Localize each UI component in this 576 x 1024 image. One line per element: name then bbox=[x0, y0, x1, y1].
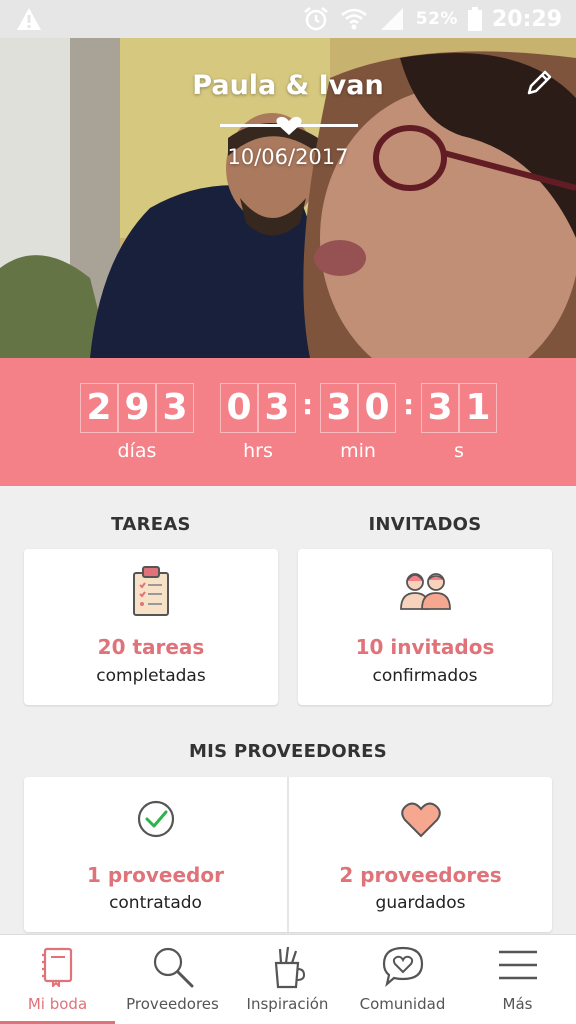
countdown-digit: 0 bbox=[220, 383, 258, 433]
guests-count: 10 invitados bbox=[355, 635, 495, 659]
couple-names: Paula & Ivan bbox=[192, 70, 384, 101]
menu-icon bbox=[498, 950, 537, 980]
countdown-minutes-label: min bbox=[340, 440, 376, 462]
nav-mi-boda-label: Mi boda bbox=[27, 995, 88, 1013]
tasks-count: 20 tareas bbox=[97, 635, 205, 659]
nav-mas[interactable]: Más bbox=[460, 935, 575, 1024]
bottom-navigation: Mi boda Proveedores Inspiración Comunida… bbox=[0, 934, 576, 1024]
guests-card[interactable]: 10 invitados confirmados bbox=[298, 549, 552, 705]
wifi-icon bbox=[340, 8, 367, 30]
battery-icon bbox=[467, 7, 482, 31]
saved-vendors[interactable]: 2 proveedores guardados bbox=[289, 777, 552, 932]
heart-divider-icon bbox=[220, 116, 358, 135]
tasks-card[interactable]: 20 tareas completadas bbox=[24, 549, 278, 705]
wedding-date: 10/06/2017 bbox=[227, 145, 349, 169]
countdown-digit: 0 bbox=[358, 383, 396, 433]
saved-vendors-subtitle: guardados bbox=[375, 893, 466, 913]
pencil-icon[interactable] bbox=[524, 68, 554, 98]
warning-icon bbox=[17, 8, 41, 30]
heart-icon bbox=[400, 802, 441, 838]
countdown-days-label: días bbox=[117, 440, 157, 462]
search-icon bbox=[153, 947, 193, 988]
nav-mi-boda[interactable]: Mi boda bbox=[0, 935, 115, 1024]
status-bar: 52% 20:29 bbox=[0, 0, 576, 38]
hired-vendors-subtitle: contratado bbox=[109, 893, 202, 913]
countdown-colon: : bbox=[403, 388, 415, 421]
nav-inspiracion[interactable]: Inspiración bbox=[230, 935, 345, 1024]
nav-comunidad-label: Comunidad bbox=[359, 995, 446, 1013]
nav-inspiracion-label: Inspiración bbox=[246, 995, 329, 1013]
pen-cup-icon bbox=[274, 946, 305, 989]
countdown-hours-label: hrs bbox=[243, 440, 273, 462]
cover-photo[interactable]: Paula & Ivan 10/06/2017 bbox=[0, 38, 576, 358]
countdown-digit: 9 bbox=[118, 383, 156, 433]
chat-heart-icon bbox=[382, 946, 423, 987]
nav-proveedores-label: Proveedores bbox=[126, 995, 219, 1013]
vendors-title: MIS PROVEEDORES bbox=[188, 741, 388, 762]
notebook-icon bbox=[41, 947, 72, 987]
countdown-seconds-label: s bbox=[454, 440, 464, 462]
tasks-subtitle: completadas bbox=[96, 666, 206, 686]
battery-percent: 52% bbox=[415, 9, 458, 29]
nav-comunidad[interactable]: Comunidad bbox=[345, 935, 460, 1024]
signal-icon bbox=[380, 8, 403, 30]
clipboard-checklist-icon bbox=[133, 566, 169, 616]
saved-vendors-count: 2 proveedores bbox=[339, 863, 502, 887]
check-circle-icon bbox=[137, 800, 174, 838]
clock: 20:29 bbox=[491, 6, 562, 32]
nav-proveedores[interactable]: Proveedores bbox=[115, 935, 230, 1024]
countdown-digit: 1 bbox=[459, 383, 497, 433]
hired-vendors-count: 1 proveedor bbox=[87, 863, 224, 887]
guests-subtitle: confirmados bbox=[372, 666, 478, 686]
countdown-colon: : bbox=[302, 388, 314, 421]
countdown-digit: 3 bbox=[258, 383, 296, 433]
countdown-digit: 3 bbox=[156, 383, 194, 433]
hired-vendors[interactable]: 1 proveedor contratado bbox=[24, 777, 287, 932]
vendors-card: 1 proveedor contratado 2 proveedores gua… bbox=[24, 777, 552, 932]
guests-title: INVITADOS bbox=[368, 514, 482, 535]
countdown-digit: 2 bbox=[80, 383, 118, 433]
nav-mas-label: Más bbox=[502, 995, 533, 1013]
tasks-title: TAREAS bbox=[111, 514, 191, 535]
countdown-digit: 3 bbox=[421, 383, 459, 433]
alarm-icon bbox=[303, 7, 328, 31]
countdown-banner: 2 9 3 0 3 : 3 0 : 3 1 días hrs min s bbox=[0, 358, 576, 486]
countdown-digit: 3 bbox=[320, 383, 358, 433]
couple-guests-icon bbox=[400, 573, 451, 610]
